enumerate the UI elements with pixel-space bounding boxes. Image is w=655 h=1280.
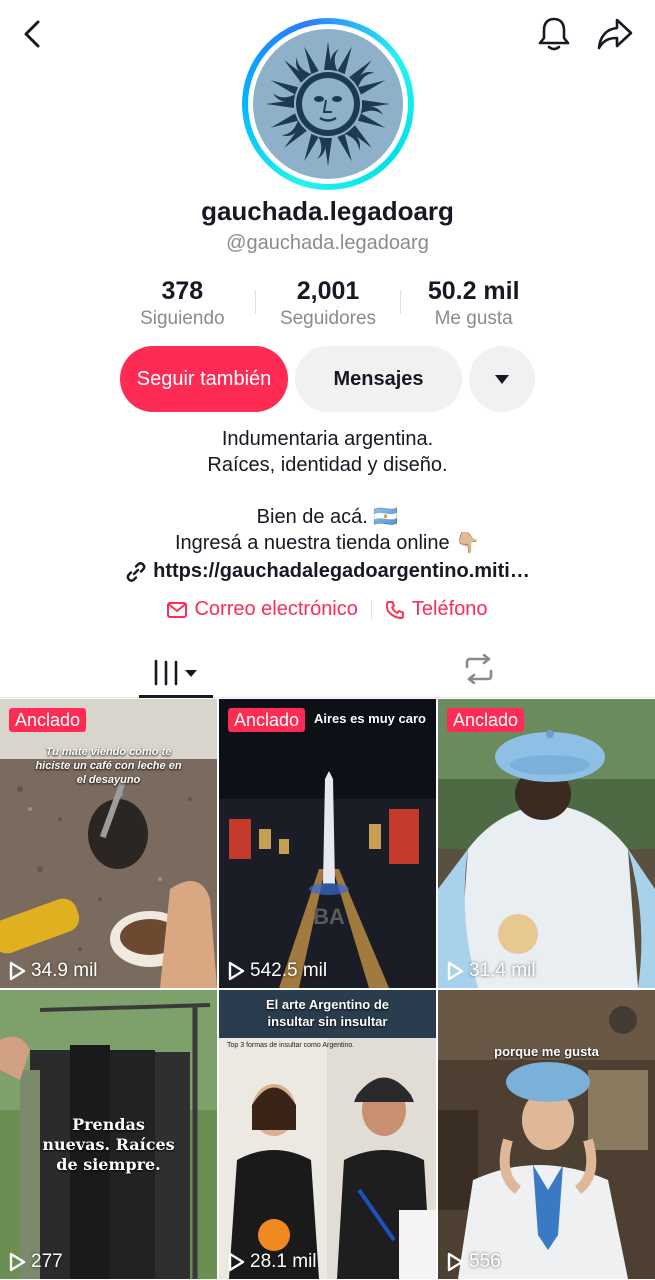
bio-link-text: https://gauchadalegadoargentino.miti… xyxy=(153,560,530,582)
bell-icon xyxy=(538,17,570,51)
video-caption: Prendas nuevas. Raíces de siempre. xyxy=(42,1115,175,1174)
bio-link[interactable]: https://gauchadalegadoargentino.miti… xyxy=(0,560,655,583)
video-grid: Tu mate viendo cómo te hiciste un café c… xyxy=(0,699,655,1280)
avatar-story-ring[interactable] xyxy=(242,18,414,190)
play-icon xyxy=(228,1252,245,1272)
messages-button[interactable]: Mensajes xyxy=(295,346,462,412)
sun-of-may-logo-icon xyxy=(266,42,390,166)
display-name: gauchada.legadoarg xyxy=(201,196,454,226)
stat-label: Me gusta xyxy=(434,308,513,329)
play-icon xyxy=(9,1252,26,1272)
video-caption: El arte Argentino de insultar sin insult… xyxy=(265,997,390,1029)
video-thumbnail[interactable]: BA Aires es muy caro Anclado 542.5 mil xyxy=(219,699,436,988)
view-count: 277 xyxy=(8,1251,63,1273)
phone-label: Teléfono xyxy=(411,598,488,620)
video-thumbnail[interactable]: Anclado 31.4 mil xyxy=(438,699,655,988)
chevron-left-icon xyxy=(24,20,40,48)
tab-reposts[interactable] xyxy=(452,648,506,690)
video-caption: porque me gusta xyxy=(494,1044,599,1059)
stat-label: Seguidores xyxy=(279,308,377,329)
bio: Indumentaria argentina. Raíces, identida… xyxy=(0,426,655,556)
share-arrow-icon xyxy=(597,18,633,50)
view-count-text: 28.1 mil xyxy=(250,1251,317,1272)
view-count-text: 34.9 mil xyxy=(31,960,98,981)
profile-stats: 378 Siguiendo 2,001 Seguidores 50.2 mil … xyxy=(110,276,546,332)
bio-line: Ingresá a nuestra tienda online 👇🏼 xyxy=(174,532,481,554)
view-count-text: 556 xyxy=(469,1251,501,1272)
thumbnail-image xyxy=(438,990,655,1279)
bio-line: Indumentaria argentina. xyxy=(221,428,434,450)
pinned-badge: Anclado xyxy=(9,708,87,732)
tab-videos[interactable] xyxy=(139,648,213,698)
email-label: Correo electrónico xyxy=(194,598,358,620)
play-icon xyxy=(9,961,26,981)
link-icon xyxy=(126,561,146,582)
video-thumbnail[interactable]: El arte Argentino de insultar sin insult… xyxy=(219,990,436,1279)
view-count: 31.4 mil xyxy=(446,960,536,982)
view-count: 556 xyxy=(446,1251,501,1273)
view-count-text: 31.4 mil xyxy=(469,960,536,981)
phone-button[interactable]: Teléfono xyxy=(385,598,488,621)
stat-followers[interactable]: 2,001 Seguidores xyxy=(256,276,401,332)
view-count-text: 542.5 mil xyxy=(250,960,328,981)
play-icon xyxy=(447,1252,464,1272)
suggested-accounts-button[interactable] xyxy=(469,346,535,412)
video-thumbnail[interactable]: porque me gusta 556 xyxy=(438,990,655,1279)
svg-text:BA: BA xyxy=(313,904,345,929)
contact-row: Correo electrónico Teléfono xyxy=(0,598,655,621)
pinned-badge: Anclado xyxy=(447,708,525,732)
stat-value: 2,001 xyxy=(296,277,360,305)
mail-icon xyxy=(167,601,188,618)
stat-value: 378 xyxy=(161,277,204,305)
stat-value: 50.2 mil xyxy=(427,277,520,305)
video-subtitle: Top 3 formas de insultar como Argentino. xyxy=(227,1042,355,1049)
stat-following[interactable]: 378 Siguiendo xyxy=(110,276,255,332)
active-tab-indicator xyxy=(139,695,213,698)
stat-label: Siguiendo xyxy=(140,308,225,329)
view-count: 542.5 mil xyxy=(227,960,327,982)
video-grid-icon xyxy=(154,659,197,686)
video-thumbnail[interactable]: Prendas nuevas. Raíces de siempre. 277 xyxy=(0,990,217,1279)
share-button[interactable] xyxy=(592,12,638,56)
repost-icon xyxy=(465,654,493,684)
email-button[interactable]: Correo electrónico xyxy=(167,598,358,621)
view-count: 28.1 mil xyxy=(227,1251,317,1273)
follow-back-button[interactable]: Seguir también xyxy=(120,346,288,412)
video-thumbnail[interactable]: Tu mate viendo cómo te hiciste un café c… xyxy=(0,699,217,988)
play-icon xyxy=(228,961,245,981)
thumbnail-image xyxy=(438,699,655,988)
notifications-button[interactable] xyxy=(533,12,575,56)
thumbnail-image xyxy=(219,990,436,1279)
bio-line: Raíces, identidad y diseño. xyxy=(207,454,448,476)
bio-line: Bien de acá. 🇦🇷 xyxy=(256,506,399,528)
play-icon xyxy=(447,961,464,981)
caret-down-icon xyxy=(495,375,509,384)
content-tabs xyxy=(0,640,655,698)
video-caption: Tu mate viendo cómo te hiciste un café c… xyxy=(35,746,182,786)
divider xyxy=(370,599,372,620)
pinned-badge: Anclado xyxy=(228,708,306,732)
stat-likes[interactable]: 50.2 mil Me gusta xyxy=(401,276,546,332)
phone-icon xyxy=(385,600,404,619)
view-count: 34.9 mil xyxy=(8,960,98,982)
thumbnail-image xyxy=(0,699,217,988)
avatar xyxy=(253,29,403,179)
back-button[interactable] xyxy=(14,14,50,54)
thumbnail-image: BA xyxy=(219,699,436,988)
view-count-text: 277 xyxy=(31,1251,63,1272)
username-handle: @gauchada.legadoarg xyxy=(226,232,429,254)
